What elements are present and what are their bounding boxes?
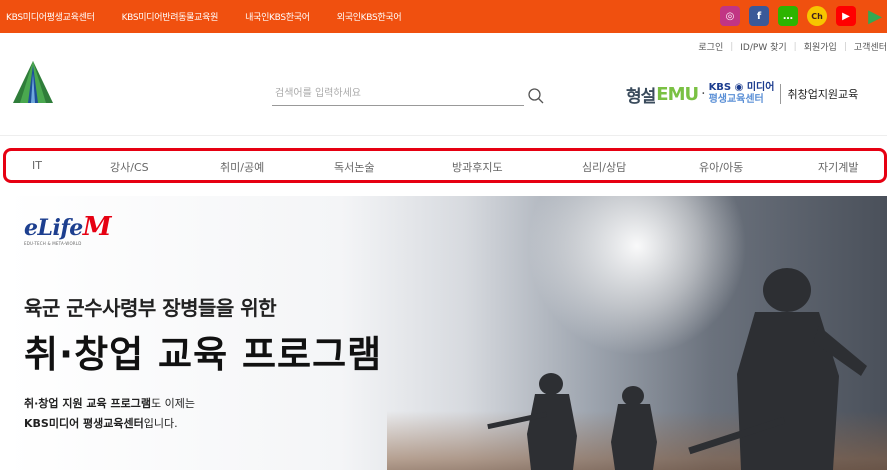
instagram-icon[interactable]: ◎ bbox=[720, 6, 740, 26]
kbs-media-logo: KBS ◉ 미디어 평생교육센터 bbox=[709, 82, 775, 106]
emu-logo-text: EMU bbox=[656, 83, 699, 105]
banner-desc-line1: 취·창업 지원 교육 프로그램도 이제는 bbox=[24, 397, 195, 410]
elifem-logo-text: eLifeM bbox=[24, 212, 112, 242]
customer-center-link[interactable]: 고객센터 bbox=[854, 40, 887, 53]
separator-dot: · bbox=[701, 86, 706, 102]
search-input[interactable] bbox=[272, 82, 524, 106]
search-box bbox=[272, 82, 552, 107]
soldiers-silhouette-image bbox=[487, 268, 867, 470]
social-links: ◎ f … Ch ▶ ▶ bbox=[711, 6, 885, 27]
chat-icon[interactable]: … bbox=[778, 6, 798, 26]
kbs-eye-icon: ◉ bbox=[734, 82, 744, 93]
category-reading-essay[interactable]: 독서논술 bbox=[334, 159, 374, 175]
signup-link[interactable]: 회원가입 bbox=[804, 40, 837, 53]
kbs-media-logo-line1: KBS ◉ 미디어 bbox=[708, 82, 775, 93]
elifem-logo: eLifeM EDU-TECH & META-WORLD bbox=[24, 212, 112, 246]
header-divider bbox=[0, 135, 887, 136]
category-it[interactable]: IT bbox=[32, 159, 42, 172]
kbs-media-logo-line2: 평생교육센터 bbox=[708, 94, 764, 105]
search-icon bbox=[528, 88, 544, 104]
find-id-pw-link[interactable]: ID/PW 찾기 bbox=[740, 40, 786, 53]
youtube-icon[interactable]: ▶ bbox=[836, 6, 856, 26]
category-hobby-craft[interactable]: 취미/공예 bbox=[220, 159, 264, 175]
banner-description: 취·창업 지원 교육 프로그램도 이제는 KBS미디어 평생교육센터입니다. bbox=[24, 394, 195, 434]
divider: | bbox=[730, 41, 734, 52]
utility-links: 로그인 | ID/PW 찾기 | 회원가입 | 고객센터 bbox=[698, 40, 887, 54]
hyeongseol-logo-text: 형설 bbox=[626, 86, 656, 107]
job-support-label: 취창업지원교육 bbox=[787, 88, 859, 101]
banner-desc-line2: KBS미디어 평생교육센터입니다. bbox=[24, 417, 178, 430]
brand-logos[interactable]: 형설 EMU · KBS ◉ 미디어 평생교육센터 취창업지원교육 bbox=[626, 80, 858, 108]
site-logo[interactable] bbox=[10, 59, 56, 107]
link-kbs-korean-domestic[interactable]: 내국인KBS한국어 bbox=[245, 10, 310, 23]
triangle-logo-icon bbox=[13, 61, 53, 103]
hero-banner[interactable]: eLifeM EDU-TECH & META-WORLD 육군 군수사령부 장병… bbox=[7, 196, 887, 470]
login-link[interactable]: 로그인 bbox=[698, 40, 723, 53]
category-counseling[interactable]: 심리/상담 bbox=[582, 159, 626, 175]
divider: | bbox=[843, 41, 847, 52]
category-child[interactable]: 유아/아동 bbox=[699, 159, 743, 175]
banner-title: 취·창업 교육 프로그램 bbox=[24, 333, 383, 376]
brand-divider bbox=[780, 84, 782, 104]
category-self-dev[interactable]: 자기계발 bbox=[818, 159, 858, 175]
kakao-channel-icon[interactable]: Ch bbox=[807, 6, 827, 26]
category-nav: IT 강사/CS 취미/공예 독서논술 방과후지도 심리/상담 유아/아동 자기… bbox=[3, 148, 887, 183]
facebook-icon[interactable]: f bbox=[749, 6, 769, 26]
link-kbs-korean-foreign[interactable]: 외국인KBS한국어 bbox=[337, 10, 402, 23]
search-button[interactable] bbox=[527, 87, 547, 107]
banner-subtitle: 육군 군수사령부 장병들을 위한 bbox=[24, 296, 277, 320]
divider: | bbox=[793, 41, 797, 52]
play-icon[interactable]: ▶ bbox=[865, 6, 885, 27]
family-site-links: KBS미디어평생교육센터 KBS미디어반려동물교육원 내국인KBS한국어 외국인… bbox=[6, 0, 428, 33]
top-bar: KBS미디어평생교육센터 KBS미디어반려동물교육원 내국인KBS한국어 외국인… bbox=[0, 0, 887, 33]
category-after-school[interactable]: 방과후지도 bbox=[452, 159, 503, 175]
category-instructor-cs[interactable]: 강사/CS bbox=[110, 159, 149, 175]
elifem-tagline: EDU-TECH & META-WORLD bbox=[24, 241, 82, 246]
link-kbs-media-lifelong[interactable]: KBS미디어평생교육센터 bbox=[6, 10, 95, 23]
link-kbs-media-pet[interactable]: KBS미디어반려동물교육원 bbox=[122, 10, 219, 23]
